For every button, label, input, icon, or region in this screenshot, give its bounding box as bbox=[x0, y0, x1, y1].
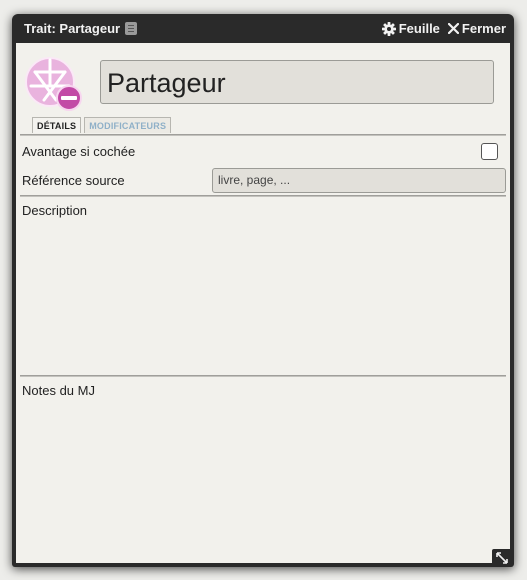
gm-notes-label: Notes du MJ bbox=[22, 383, 95, 398]
close-icon bbox=[447, 23, 459, 34]
tab-details[interactable]: DÉTAILS bbox=[32, 117, 82, 133]
sheet-button[interactable]: Feuille bbox=[381, 21, 440, 36]
resize-icon bbox=[496, 552, 508, 564]
close-button[interactable]: Fermer bbox=[447, 21, 506, 36]
tab-bar: DÉTAILS MODIFICATEURS bbox=[32, 117, 172, 133]
record-sheet: Partageur DÉTAILS MODIFICATEURS Avantage… bbox=[16, 43, 510, 563]
title-actions: Feuille Fermer bbox=[381, 21, 514, 36]
source-label: Référence source bbox=[22, 173, 125, 188]
advantage-label: Avantage si cochée bbox=[22, 144, 136, 159]
advantage-checkbox[interactable] bbox=[481, 143, 498, 160]
description-label: Description bbox=[22, 203, 88, 218]
book-icon[interactable] bbox=[125, 22, 138, 35]
resize-handle[interactable] bbox=[492, 549, 512, 567]
title-group: Trait: Partageur bbox=[12, 21, 138, 36]
title-bar[interactable]: Trait: Partageur Feuille Fermer bbox=[12, 14, 514, 43]
source-input[interactable]: livre, page, ... bbox=[212, 168, 506, 193]
close-label: Fermer bbox=[461, 21, 506, 36]
tab-divider bbox=[20, 134, 506, 136]
section-divider-description bbox=[20, 195, 506, 197]
window-title: Trait: Partageur bbox=[24, 21, 121, 36]
gear-icon bbox=[381, 21, 396, 36]
section-divider-notes bbox=[20, 375, 506, 377]
trait-window: Trait: Partageur Feuille Fermer Partageu… bbox=[12, 14, 514, 567]
sheet-label: Feuille bbox=[398, 21, 440, 36]
name-field[interactable]: Partageur bbox=[100, 60, 494, 104]
minus-badge-icon bbox=[56, 85, 82, 111]
tab-modifiers[interactable]: MODIFICATEURS bbox=[84, 117, 172, 133]
trait-emblem-icon bbox=[25, 57, 82, 111]
description-area[interactable] bbox=[20, 221, 506, 373]
gm-notes-area[interactable] bbox=[20, 401, 506, 559]
